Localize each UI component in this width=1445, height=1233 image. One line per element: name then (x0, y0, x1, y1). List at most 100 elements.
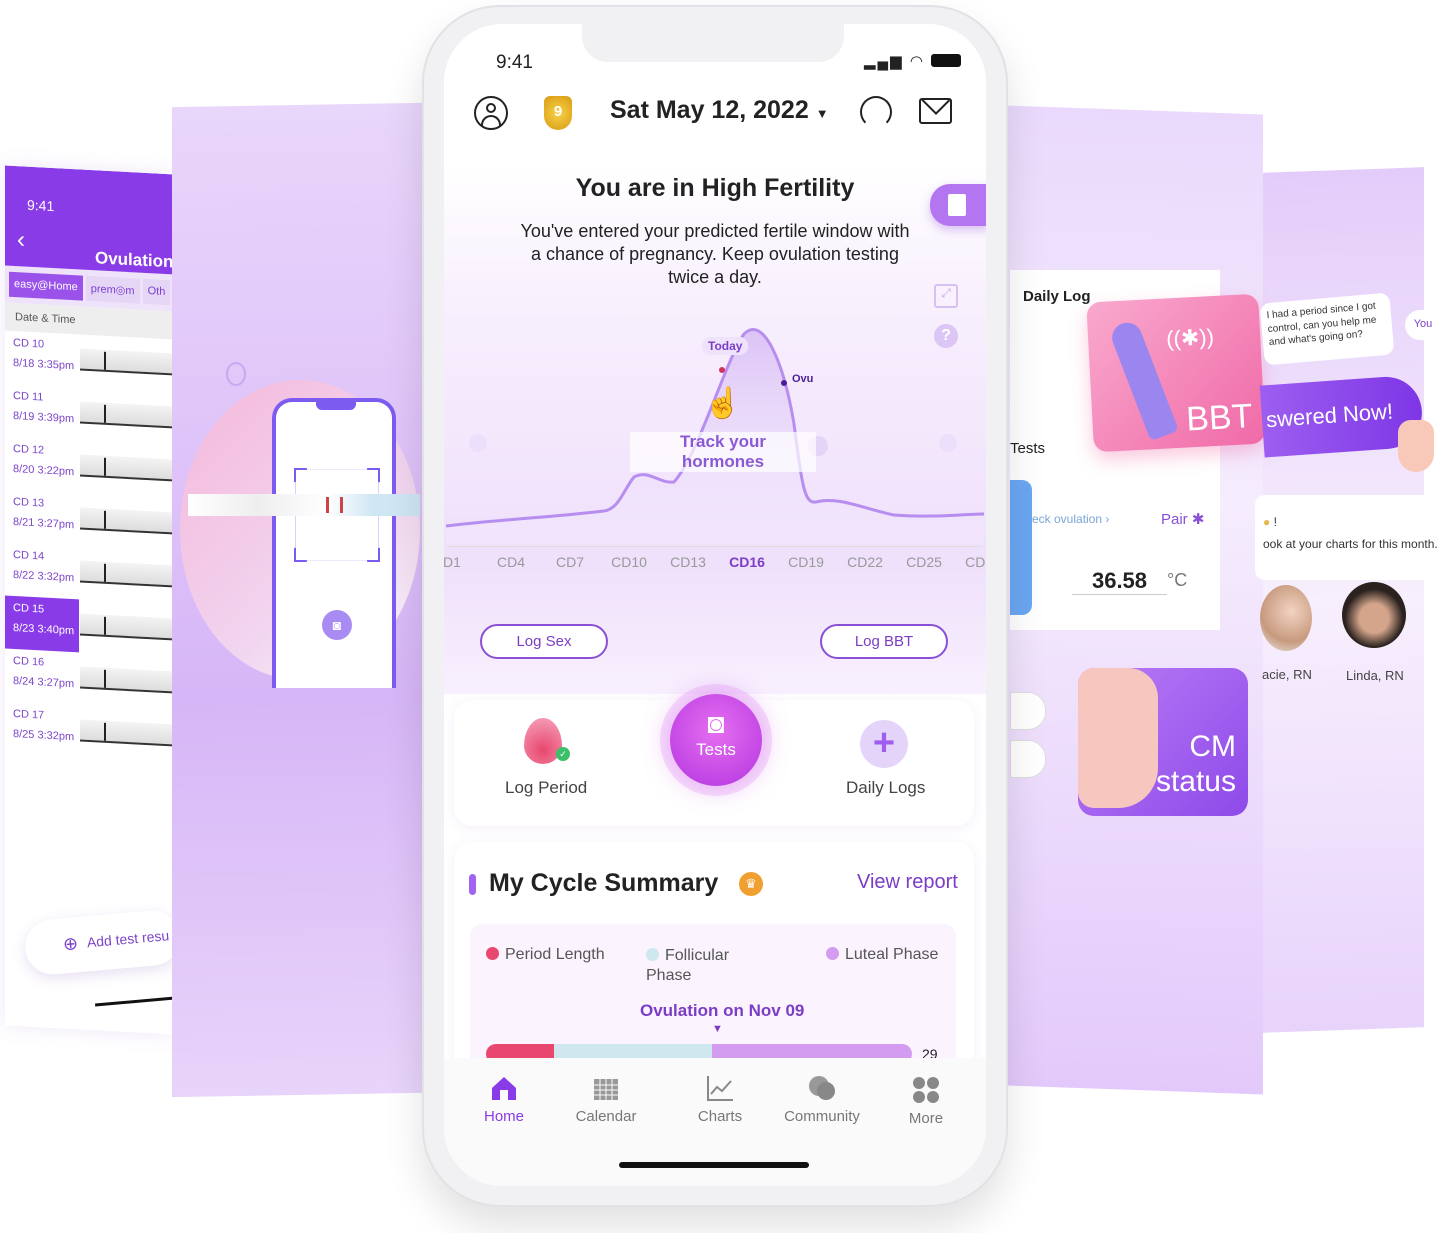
daily-logs-button[interactable]: Daily Logs (846, 778, 925, 798)
fertility-status-title: You are in High Fertility (575, 174, 855, 202)
legend-luteal: Luteal Phase (826, 946, 938, 964)
tab-charts[interactable]: Charts (670, 1074, 770, 1125)
date-selector[interactable]: Sat May 12, 2022 ▼ (610, 96, 829, 125)
log-sex-button[interactable]: Log Sex (480, 624, 608, 659)
bbt-card: ((✱)) BBT (1086, 293, 1266, 453)
home-icon (492, 1077, 516, 1100)
x-axis-tick: D1 (444, 554, 461, 570)
bluetooth-icon: ((✱)) (1165, 323, 1215, 352)
test-record-row[interactable]: CD 13 8/21 3:27pm (5, 490, 175, 552)
test-record-row[interactable]: CD 11 8/19 3:39pm (5, 384, 175, 446)
temperature-input[interactable]: 36.58 (1072, 568, 1167, 595)
status-icons: ▂▄▆ ◠ (864, 52, 962, 70)
tab-calendar[interactable]: Calendar (556, 1074, 656, 1125)
bbt-label: BBT (1185, 397, 1254, 439)
support-headset-icon[interactable] (860, 96, 892, 128)
legend-period: Period Length (486, 946, 605, 964)
test-strip-image (80, 613, 175, 641)
date-label: Sat May 12, 2022 (610, 96, 809, 124)
tests-label: Tests (1010, 440, 1046, 457)
test-strip-illustration (188, 494, 420, 516)
test-time: 8/23 3:40pm (13, 621, 75, 638)
decor-circle (226, 362, 246, 386)
test-record-row[interactable]: CD 16 8/24 3:27pm (5, 649, 175, 711)
test-record-row[interactable]: CD 17 8/25 3:32pm (5, 702, 175, 764)
x-axis-tick: CD13 (670, 554, 706, 570)
scan-phone-illustration: ◙ (272, 398, 396, 688)
back-icon[interactable]: ‹ (17, 226, 25, 254)
test-record-row[interactable]: CD 15 8/23 3:40pm (5, 595, 175, 653)
cycle-day: CD 15 (13, 601, 45, 616)
today-label: Today (702, 337, 749, 355)
cm-label: CM (1189, 730, 1236, 763)
panel-title: Ovulation T (95, 248, 175, 272)
nurse-name: acie, RN (1262, 667, 1312, 682)
x-axis-line (448, 546, 982, 547)
plus-icon[interactable]: + (860, 720, 908, 768)
signal-icon: ▂▄▆ (864, 53, 904, 70)
x-axis-tick: CD7 (555, 554, 585, 570)
battery-icon (931, 54, 962, 67)
legend-follicular: Follicular Phase (646, 947, 730, 984)
temp-unit: °C (1167, 570, 1188, 590)
cm-status-card: CM status (1078, 668, 1248, 816)
x-axis-tick: CD4 (496, 554, 526, 570)
log-bbt-button[interactable]: Log BBT (820, 624, 948, 659)
chevron-down-icon: ▼ (815, 106, 829, 121)
brand-tab-other[interactable]: Oth (142, 278, 171, 306)
nurse-avatar[interactable] (1342, 582, 1406, 648)
today-marker (719, 367, 725, 373)
phone-screen: 9:41 ▂▄▆ ◠ 9 Sat May 12, 2022 ▼ You are … (444, 24, 986, 1186)
plus-circle-icon: ⊕ (62, 933, 79, 955)
reply-exclaim: ● ! (1263, 515, 1277, 529)
cm-status-label: status (1155, 764, 1236, 798)
mail-icon[interactable] (919, 98, 952, 124)
nurse-name: Linda, RN (1346, 668, 1404, 683)
fertility-status-text: You've entered your predicted fertile wi… (520, 221, 910, 287)
ovulation-date: Ovulation on Nov 09 (640, 1001, 805, 1020)
brand-tab-easyathome[interactable]: easy@Home (9, 271, 83, 301)
profile-icon[interactable] (474, 96, 508, 130)
ovulation-arrow-icon: ▼ (712, 1023, 723, 1035)
status-time: 9:41 (496, 52, 533, 73)
ovulation-tests-panel: 9:41 ‹ Ovulation T easy@Home prem◎m Oth … (5, 165, 175, 1035)
brand-tab-premom[interactable]: prem◎m (85, 275, 140, 304)
community-icon (809, 1076, 835, 1100)
calendar-icon (594, 1079, 618, 1100)
log-period-button[interactable]: Log Period (505, 778, 587, 798)
status-time: 9:41 (27, 196, 55, 215)
camera-icon: ◙ (322, 610, 352, 640)
more-icon (913, 1077, 939, 1103)
chart-next-button (939, 434, 957, 452)
chat-question-bubble: I had a period since I got control, can … (1259, 292, 1395, 366)
test-record-row[interactable]: CD 14 8/22 3:32pm (5, 543, 175, 605)
daily-log-title: Daily Log (1023, 288, 1091, 305)
tests-button[interactable]: ◙ Tests (670, 694, 762, 786)
section-marker (469, 874, 476, 895)
reply-text: ook at your charts for this month. (1263, 537, 1438, 551)
notch (582, 24, 844, 62)
check-ovulation-link[interactable]: eck ovulation › (1032, 512, 1109, 526)
x-axis-tick: CD16 (729, 554, 765, 570)
view-report-link[interactable]: View report (857, 871, 958, 894)
tests-label: Tests (696, 740, 736, 759)
level-badge[interactable]: 9 (544, 96, 572, 130)
test-record-row[interactable]: CD 10 8/18 3:35pm (5, 331, 175, 393)
check-icon: ✓ (556, 747, 570, 761)
tab-home[interactable]: Home (454, 1074, 554, 1125)
report-button[interactable] (930, 184, 986, 226)
tab-community[interactable]: Community (772, 1074, 872, 1125)
cycle-summary-title: My Cycle Summary (489, 869, 719, 897)
hand-pointer-icon: ☝ (704, 387, 742, 420)
test-record-row[interactable]: CD 12 8/20 3:22pm (5, 437, 175, 499)
x-axis-tick: CD22 (847, 554, 883, 570)
nurse-avatar[interactable] (1260, 585, 1312, 651)
camera-icon: ◙ (707, 708, 725, 739)
hand-pointer-icon (1398, 420, 1434, 472)
you-label: You (1405, 310, 1441, 340)
document-icon (948, 194, 966, 216)
tab-more[interactable]: More (876, 1076, 976, 1127)
pair-button[interactable]: Pair ✱ (1161, 510, 1204, 528)
charts-icon (707, 1076, 733, 1101)
x-axis-tick: CD28 (965, 554, 986, 570)
